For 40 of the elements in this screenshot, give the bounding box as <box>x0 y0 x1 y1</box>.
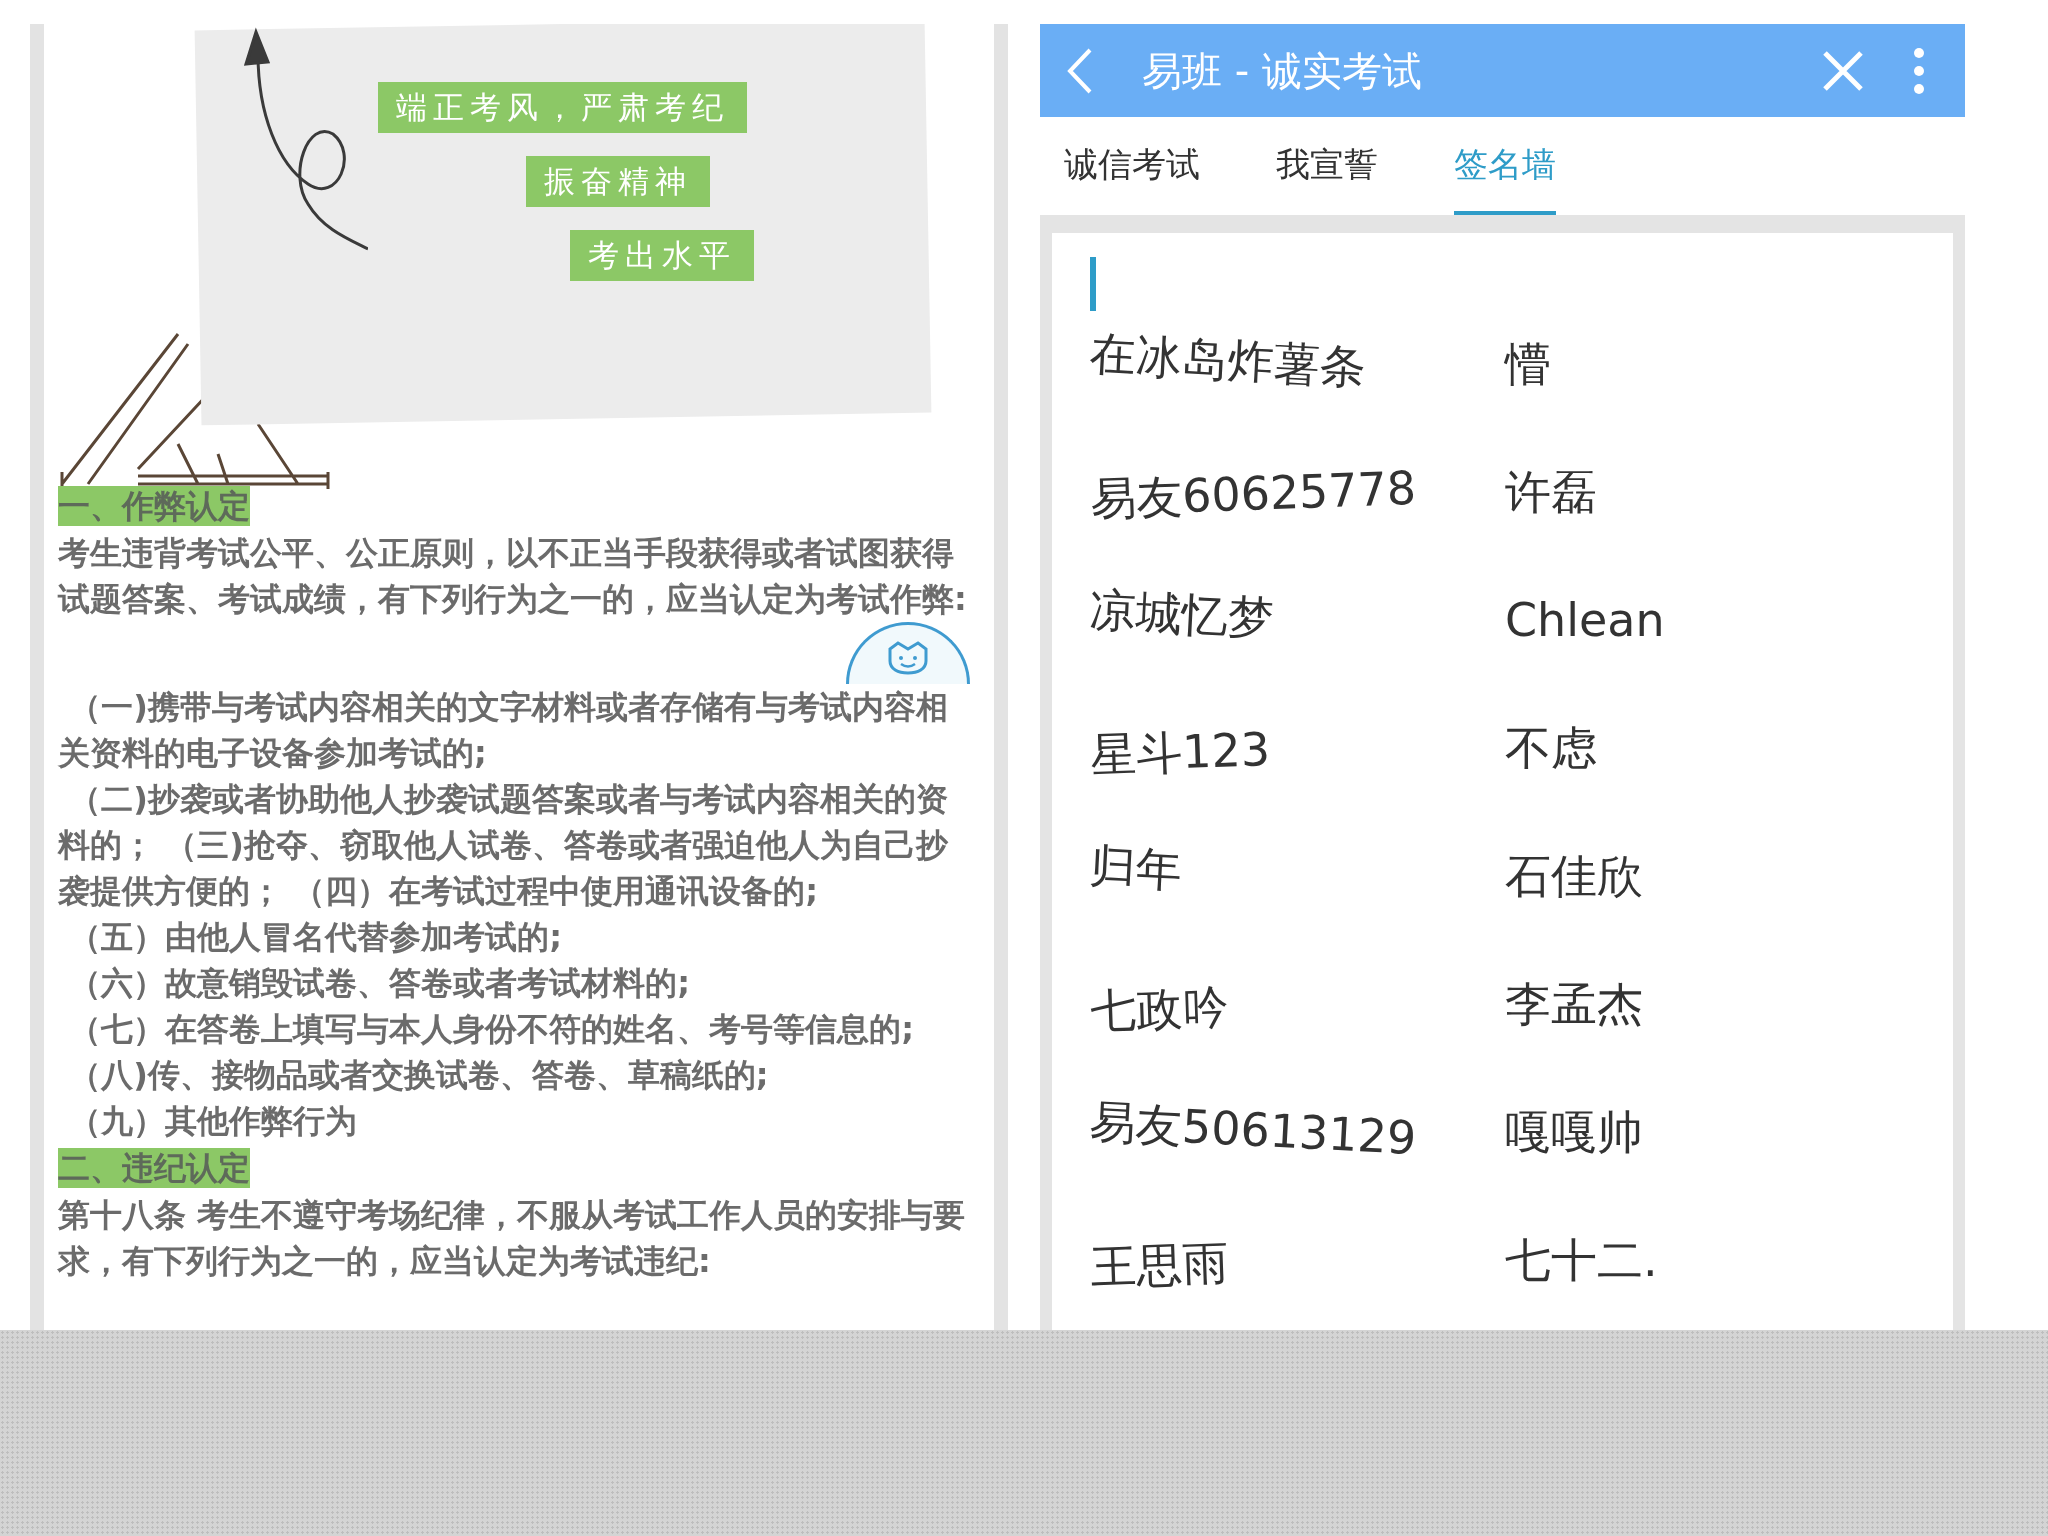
slogan-banner: 振奋精神 <box>526 156 710 207</box>
tab[interactable]: 我宣誓 <box>1276 117 1378 216</box>
signature-name: 七十二. <box>1505 1232 1659 1290</box>
signature-name: 石佳欣 <box>1505 848 1644 906</box>
signature-name: Chlean <box>1505 592 1666 650</box>
section-heading: 一、作弊认定 <box>58 486 250 526</box>
more-menu-button[interactable] <box>1913 46 1925 95</box>
list-item-text: （五）由他人冒名代替参加考试的; <box>68 917 563 958</box>
section-heading: 二、违纪认定 <box>58 1148 250 1188</box>
signature-name: 懵 <box>1505 336 1552 394</box>
list-item-text: （七）在答卷上填写与本人身份不符的姓名、考号等信息的; <box>68 1009 915 1050</box>
signature-name: 王思雨 <box>1088 1234 1230 1297</box>
slogan-banner: 考出水平 <box>570 230 754 281</box>
slogan-banner: 端正考风，严肃考纪 <box>378 82 747 133</box>
signature-name: 星斗123 <box>1088 721 1272 785</box>
signature-name: 在冰岛炸薯条 <box>1088 325 1369 397</box>
signature-name: 许磊 <box>1505 464 1598 522</box>
signature-name: 不虑 <box>1505 720 1598 778</box>
signature-name: 李孟杰 <box>1505 976 1644 1034</box>
text-cursor <box>1090 257 1096 312</box>
tab[interactable]: 诚信考试 <box>1064 117 1200 216</box>
list-item-text: （六）故意销毁试卷、答卷或者考试材料的; <box>68 963 691 1004</box>
more-icon <box>1913 46 1925 95</box>
list-item-text: （九）其他作弊行为 <box>68 1101 359 1142</box>
signature-name: 七政吟 <box>1088 978 1230 1041</box>
signature-name: 凉城忆梦 <box>1088 581 1277 649</box>
paragraph: 考生违背考试公平、公正原则，以不正当手段获得或者试图获得试题答案、考试成绩，有下列行为之一的，应当认定为考试作弊: <box>58 533 968 620</box>
signature-name: 嘎嘎帅 <box>1505 1104 1644 1162</box>
signature-name: 归年 <box>1088 837 1185 900</box>
close-button[interactable] <box>1821 48 1865 93</box>
paragraph: 第十八条 考生不遵守考场纪律，不服从考试工作人员的安排与要求，有下列行为之一的，应当认定为考试违纪: <box>58 1195 967 1282</box>
close-icon <box>1821 48 1865 93</box>
list-item-text: （二)抄袭或者协助他人抄袭试题答案或者与考试内容相关的资料的； （三)抢夺、窃取他人试卷、答卷或者强迫他人为自己抄袭提供方便的； （四）在考试过程中使用通讯设备的; <box>58 779 949 912</box>
signature-name: 易友50613129 <box>1088 1093 1419 1168</box>
app-title: 易班 - 诚实考试 <box>1142 46 1423 96</box>
smiley-icon <box>886 639 930 675</box>
curved-arrow-icon <box>243 27 368 251</box>
signature-name: 易友60625778 <box>1088 460 1418 529</box>
list-item-text: （一)携带与考试内容相关的文字材料或者存储有与考试内容相关资料的电子设备参加考试的; <box>58 687 949 774</box>
list-item-text: （八)传、接物品或者交换试卷、答卷、草稿纸的; <box>68 1055 770 1096</box>
